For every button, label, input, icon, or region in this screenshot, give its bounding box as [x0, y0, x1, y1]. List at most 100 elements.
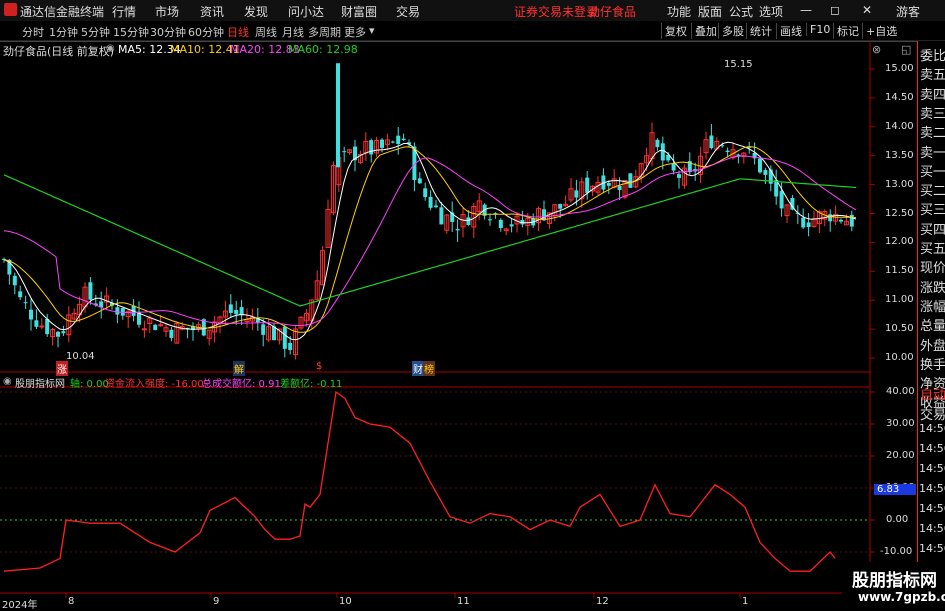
side-panel-item[interactable]: 涨幅	[920, 296, 945, 315]
candlestick[interactable]	[417, 172, 422, 184]
candlestick[interactable]	[298, 316, 304, 330]
candlestick[interactable]	[137, 301, 141, 328]
side-panel-item[interactable]: 自动	[920, 384, 945, 403]
candlestick[interactable]	[282, 324, 287, 358]
candlestick[interactable]	[191, 322, 195, 341]
candlestick[interactable]	[342, 146, 347, 163]
side-panel-item[interactable]: 换手	[920, 354, 945, 373]
candlestick[interactable]	[363, 132, 369, 161]
candlestick[interactable]	[169, 327, 174, 342]
side-panel-item[interactable]: 14:56	[919, 502, 945, 515]
candlestick[interactable]	[698, 146, 704, 184]
side-panel-item[interactable]: 委比	[920, 45, 945, 64]
candlestick[interactable]	[120, 307, 125, 320]
candlestick[interactable]	[34, 309, 39, 330]
side-panel-item[interactable]: 买四	[920, 219, 945, 238]
candlestick[interactable]	[628, 173, 633, 189]
chart-close-icon[interactable]: ⊗	[872, 43, 881, 56]
candlestick[interactable]	[71, 308, 77, 321]
side-panel-item[interactable]: 买一	[920, 161, 945, 180]
candlestick[interactable]	[568, 177, 574, 203]
side-panel-item[interactable]: 卖二	[920, 122, 945, 141]
candlestick[interactable]	[357, 150, 363, 165]
candlestick[interactable]	[396, 126, 401, 155]
candlestick[interactable]	[325, 199, 331, 248]
candlestick[interactable]	[50, 327, 56, 346]
candlestick[interactable]	[174, 321, 180, 344]
candlestick[interactable]	[66, 306, 72, 343]
candlestick[interactable]	[141, 320, 147, 338]
side-panel-item[interactable]: 14:56	[919, 442, 945, 455]
candlestick[interactable]	[758, 157, 762, 174]
candlestick[interactable]	[498, 218, 503, 232]
candlestick[interactable]	[206, 329, 212, 346]
candlestick[interactable]	[801, 208, 806, 229]
candlestick[interactable]	[638, 162, 644, 183]
candlestick[interactable]	[585, 171, 590, 200]
candlestick[interactable]	[774, 169, 779, 205]
candlestick[interactable]	[601, 168, 606, 193]
candlestick[interactable]	[660, 136, 665, 170]
candlestick[interactable]	[61, 325, 66, 337]
candlestick[interactable]	[655, 138, 660, 151]
spike-candle[interactable]	[336, 63, 340, 168]
candlestick[interactable]	[849, 210, 854, 232]
chart-maximize-icon[interactable]: ◱	[901, 43, 911, 56]
candlestick[interactable]	[520, 210, 525, 228]
side-panel-item[interactable]: 现价	[920, 257, 945, 276]
candlestick[interactable]	[784, 203, 790, 223]
candlestick[interactable]	[839, 218, 843, 224]
candlestick[interactable]	[18, 285, 23, 300]
candlestick[interactable]	[563, 195, 569, 207]
candlestick[interactable]	[509, 219, 514, 233]
side-panel-item[interactable]: 买二	[920, 180, 945, 199]
candlestick[interactable]	[314, 270, 320, 301]
side-panel-item[interactable]: 涨跌	[920, 277, 945, 296]
side-panel-item[interactable]: 卖一	[920, 142, 945, 161]
candlestick[interactable]	[320, 246, 326, 286]
candlestick[interactable]	[330, 161, 336, 216]
candlestick[interactable]	[212, 315, 218, 343]
candlestick[interactable]	[460, 207, 466, 238]
side-panel-item[interactable]: 14:56	[919, 542, 945, 555]
candlestick[interactable]	[677, 170, 681, 189]
candlestick[interactable]	[374, 136, 380, 157]
candlestick[interactable]	[488, 213, 492, 226]
candlestick[interactable]	[493, 212, 498, 219]
candlestick[interactable]	[353, 139, 357, 172]
candlestick[interactable]	[503, 227, 509, 236]
candlestick[interactable]	[455, 219, 460, 242]
candlestick[interactable]	[228, 294, 233, 318]
candlestick[interactable]	[671, 154, 676, 175]
candlestick[interactable]	[29, 298, 33, 331]
side-panel-item[interactable]: 14:56	[919, 482, 945, 495]
indicator-toggle-icon[interactable]: ◉	[3, 376, 12, 387]
candlestick[interactable]	[153, 323, 158, 331]
candlestick[interactable]	[423, 182, 428, 201]
candlestick[interactable]	[434, 199, 438, 209]
candlestick[interactable]	[450, 201, 455, 233]
candlestick[interactable]	[444, 213, 450, 234]
candlestick[interactable]	[741, 152, 747, 164]
candlestick[interactable]	[779, 182, 784, 217]
candlestick[interactable]	[579, 177, 585, 208]
side-panel-item[interactable]: 14:56	[919, 422, 945, 435]
candlestick[interactable]	[272, 322, 276, 341]
side-panel-item[interactable]: 卖三	[920, 103, 945, 122]
candlestick[interactable]	[390, 140, 395, 144]
ma-toggle-icon[interactable]: ◉	[106, 43, 115, 54]
side-panel-item[interactable]: 14:56	[919, 522, 945, 535]
candlestick[interactable]	[56, 330, 60, 348]
candlestick[interactable]	[293, 324, 299, 360]
candlestick[interactable]	[736, 153, 741, 164]
candlestick[interactable]	[763, 167, 768, 185]
marker-bang[interactable]: 榜	[423, 361, 435, 376]
candlestick[interactable]	[606, 180, 611, 195]
candlestick[interactable]	[163, 324, 169, 337]
candlestick[interactable]	[244, 308, 250, 328]
candlestick[interactable]	[611, 169, 617, 189]
candlestick[interactable]	[828, 209, 833, 232]
candlestick[interactable]	[401, 133, 406, 142]
candlestick[interactable]	[471, 203, 477, 238]
candlestick[interactable]	[531, 213, 536, 228]
